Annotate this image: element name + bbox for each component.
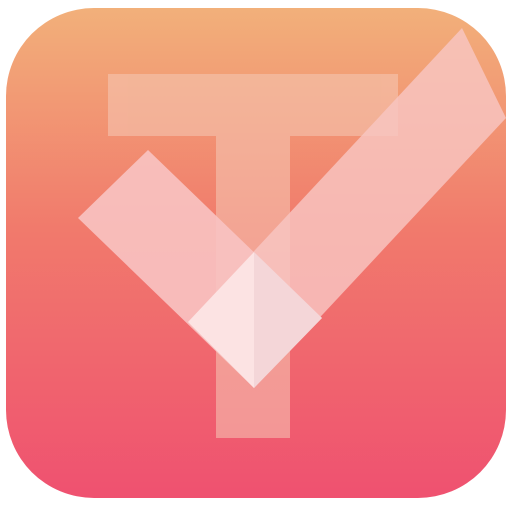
app-icon — [6, 8, 506, 498]
app-icon-stage — [0, 0, 512, 512]
